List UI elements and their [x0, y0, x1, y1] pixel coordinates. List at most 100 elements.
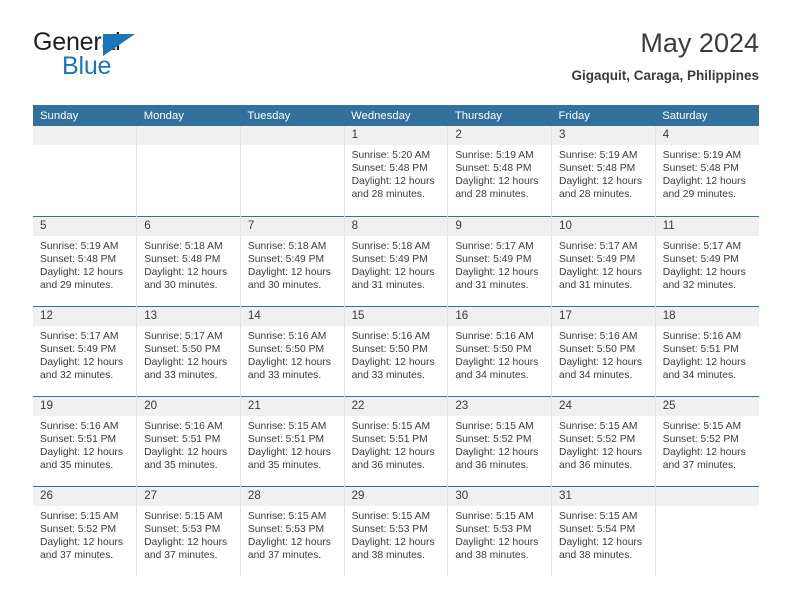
sunrise-time: Sunrise: 5:15 AM — [247, 420, 327, 432]
day-details: Sunrise: 5:15 AM Sunset: 5:53 PM Daylight:… — [345, 506, 448, 562]
sunset-time: Sunset: 5:53 PM — [351, 523, 428, 535]
day-details: Sunrise: 5:15 AM Sunset: 5:51 PM Daylight:… — [345, 416, 448, 472]
calendar-day-cell[interactable]: 18 Sunrise: 5:16 AM Sunset: 5:51 PM Dayligh… — [655, 305, 759, 396]
daylight-duration-line1: Daylight: 12 hours — [247, 266, 331, 278]
sunrise-time: Sunrise: 5:16 AM — [40, 420, 119, 432]
daylight-duration-line1: Daylight: 12 hours — [351, 266, 435, 278]
calendar-day-cell[interactable]: 28 Sunrise: 5:15 AM Sunset: 5:53 PM Dayligh… — [240, 485, 345, 576]
day-number: 15 — [344, 306, 448, 326]
day-number: 26 — [33, 486, 137, 506]
day-number: 31 — [552, 486, 655, 506]
daylight-duration-line1: Daylight: 12 hours — [144, 266, 228, 278]
sunset-time: Sunset: 5:53 PM — [247, 523, 325, 535]
daylight-duration-line1: Daylight: 12 hours — [144, 536, 228, 548]
calendar-day-cell[interactable]: 1 Sunrise: 5:20 AM Sunset: 5:48 PM Daylight… — [344, 126, 449, 216]
day-number: 13 — [137, 306, 240, 326]
day-number: 24 — [552, 396, 655, 416]
day-details: Sunrise: 5:20 AM Sunset: 5:48 PM Daylight:… — [345, 145, 448, 201]
daylight-duration-line1: Daylight: 12 hours — [144, 356, 228, 368]
sunset-time: Sunset: 5:54 PM — [559, 523, 636, 535]
calendar-day-cell[interactable]: 4 Sunrise: 5:19 AM Sunset: 5:48 PM Daylight… — [655, 126, 759, 216]
daylight-duration-line2: and 31 minutes. — [559, 279, 633, 291]
day-details: Sunrise: 5:18 AM Sunset: 5:48 PM Daylight:… — [137, 236, 240, 292]
calendar-day-cell[interactable]: 22 Sunrise: 5:15 AM Sunset: 5:51 PM Dayligh… — [344, 395, 449, 486]
daylight-duration-line1: Daylight: 12 hours — [662, 176, 746, 188]
calendar-week-row: 5 Sunrise: 5:19 AM Sunset: 5:48 PM Daylight… — [33, 215, 759, 306]
calendar-day-cell[interactable]: 5 Sunrise: 5:19 AM Sunset: 5:48 PM Daylight… — [33, 215, 138, 306]
calendar-day-cell[interactable]: 20 Sunrise: 5:16 AM Sunset: 5:51 PM Dayligh… — [136, 395, 241, 486]
day-number: 4 — [655, 126, 759, 145]
calendar-day-cell[interactable]: 29 Sunrise: 5:15 AM Sunset: 5:53 PM Dayligh… — [344, 485, 449, 576]
day-number: 3 — [552, 126, 655, 145]
daylight-duration-line2: and 38 minutes. — [455, 549, 529, 561]
day-details: Sunrise: 5:15 AM Sunset: 5:51 PM Daylight:… — [241, 416, 344, 472]
sunrise-time: Sunrise: 5:17 AM — [662, 240, 742, 252]
calendar-day-cell-empty — [240, 126, 345, 216]
calendar-day-cell[interactable]: 17 Sunrise: 5:16 AM Sunset: 5:50 PM Dayligh… — [551, 305, 656, 396]
calendar-day-cell-empty — [655, 485, 759, 576]
calendar-day-cell[interactable]: 13 Sunrise: 5:17 AM Sunset: 5:50 PM Dayligh… — [136, 305, 241, 396]
day-number: 19 — [33, 396, 137, 416]
calendar-day-cell[interactable]: 27 Sunrise: 5:15 AM Sunset: 5:53 PM Dayligh… — [136, 485, 241, 576]
daylight-duration-line1: Daylight: 12 hours — [559, 446, 643, 458]
sunrise-time: Sunrise: 5:16 AM — [559, 330, 638, 342]
day-number: 10 — [552, 216, 655, 236]
calendar-day-cell[interactable]: 15 Sunrise: 5:16 AM Sunset: 5:50 PM Dayligh… — [344, 305, 449, 396]
sunset-time: Sunset: 5:50 PM — [144, 343, 221, 355]
calendar-day-cell[interactable]: 26 Sunrise: 5:15 AM Sunset: 5:52 PM Dayligh… — [33, 485, 138, 576]
calendar-day-cell[interactable]: 16 Sunrise: 5:16 AM Sunset: 5:50 PM Dayligh… — [447, 305, 553, 396]
day-details: Sunrise: 5:15 AM Sunset: 5:52 PM Daylight:… — [448, 416, 551, 472]
sunset-time: Sunset: 5:49 PM — [455, 253, 532, 265]
calendar-day-cell[interactable]: 6 Sunrise: 5:18 AM Sunset: 5:48 PM Daylight… — [136, 215, 241, 306]
daylight-duration-line1: Daylight: 12 hours — [455, 176, 539, 188]
daylight-duration-line2: and 29 minutes. — [662, 189, 736, 201]
day-details: Sunrise: 5:17 AM Sunset: 5:49 PM Daylight:… — [448, 236, 551, 292]
daylight-duration-line2: and 36 minutes. — [455, 459, 529, 471]
calendar-day-cell[interactable]: 14 Sunrise: 5:16 AM Sunset: 5:50 PM Dayligh… — [240, 305, 345, 396]
calendar-day-cell[interactable]: 19 Sunrise: 5:16 AM Sunset: 5:51 PM Dayligh… — [33, 395, 138, 486]
calendar-day-cell[interactable]: 2 Sunrise: 5:19 AM Sunset: 5:48 PM Daylight… — [447, 126, 553, 216]
day-number: 7 — [240, 216, 344, 236]
calendar-day-cell[interactable]: 12 Sunrise: 5:17 AM Sunset: 5:49 PM Dayligh… — [33, 305, 138, 396]
sunset-time: Sunset: 5:50 PM — [559, 343, 636, 355]
sunrise-time: Sunrise: 5:16 AM — [662, 330, 742, 342]
calendar-day-cell[interactable]: 9 Sunrise: 5:17 AM Sunset: 5:49 PM Daylight… — [447, 215, 553, 306]
day-number: 30 — [448, 486, 552, 506]
daylight-duration-line2: and 36 minutes. — [351, 459, 425, 471]
calendar-day-cell[interactable]: 31 Sunrise: 5:15 AM Sunset: 5:54 PM Dayligh… — [551, 485, 656, 576]
calendar-day-cell[interactable]: 30 Sunrise: 5:15 AM Sunset: 5:53 PM Dayligh… — [447, 485, 553, 576]
column-header-tuesday: Tuesday — [240, 105, 345, 126]
calendar-day-cell[interactable]: 24 Sunrise: 5:15 AM Sunset: 5:52 PM Dayligh… — [551, 395, 656, 486]
daylight-duration-line1: Daylight: 12 hours — [351, 356, 435, 368]
calendar-day-cell[interactable]: 7 Sunrise: 5:18 AM Sunset: 5:49 PM Daylight… — [240, 215, 345, 306]
day-number: 12 — [33, 306, 137, 326]
daylight-duration-line2: and 30 minutes. — [247, 279, 322, 291]
brand-logo[interactable]: General Blue — [33, 30, 243, 88]
sunrise-time: Sunrise: 5:19 AM — [662, 150, 742, 161]
sunset-time: Sunset: 5:53 PM — [455, 523, 532, 535]
calendar-day-cell[interactable]: 10 Sunrise: 5:17 AM Sunset: 5:49 PM Dayligh… — [551, 215, 656, 306]
daylight-duration-line1: Daylight: 12 hours — [455, 446, 539, 458]
daylight-duration-line1: Daylight: 12 hours — [351, 446, 435, 458]
page-title: May 2024 — [640, 28, 759, 58]
column-header-thursday: Thursday — [447, 105, 552, 126]
sunrise-time: Sunrise: 5:15 AM — [559, 510, 638, 522]
daylight-duration-line2: and 37 minutes. — [144, 549, 218, 561]
day-details: Sunrise: 5:19 AM Sunset: 5:48 PM Daylight:… — [552, 145, 655, 201]
sunset-time: Sunset: 5:52 PM — [662, 433, 739, 445]
column-header-sunday: Sunday — [33, 105, 137, 126]
sunset-time: Sunset: 5:48 PM — [455, 163, 532, 175]
calendar-day-cell[interactable]: 8 Sunrise: 5:18 AM Sunset: 5:49 PM Daylight… — [344, 215, 449, 306]
sunrise-time: Sunrise: 5:15 AM — [144, 510, 223, 522]
calendar-day-cell[interactable]: 21 Sunrise: 5:15 AM Sunset: 5:51 PM Dayligh… — [240, 395, 345, 486]
daylight-duration-line2: and 38 minutes. — [351, 549, 425, 561]
calendar-day-cell[interactable]: 23 Sunrise: 5:15 AM Sunset: 5:52 PM Dayligh… — [447, 395, 553, 486]
calendar-day-cell[interactable]: 11 Sunrise: 5:17 AM Sunset: 5:49 PM Dayligh… — [655, 215, 759, 306]
calendar-day-cell[interactable]: 25 Sunrise: 5:15 AM Sunset: 5:52 PM Dayligh… — [655, 395, 759, 486]
calendar-day-cell[interactable]: 3 Sunrise: 5:19 AM Sunset: 5:48 PM Daylight… — [551, 126, 656, 216]
day-number: 25 — [655, 396, 759, 416]
sunrise-time: Sunrise: 5:18 AM — [144, 240, 223, 252]
sunset-time: Sunset: 5:51 PM — [662, 343, 739, 355]
day-details: Sunrise: 5:17 AM Sunset: 5:49 PM Daylight:… — [656, 236, 759, 292]
day-number: 29 — [344, 486, 448, 506]
